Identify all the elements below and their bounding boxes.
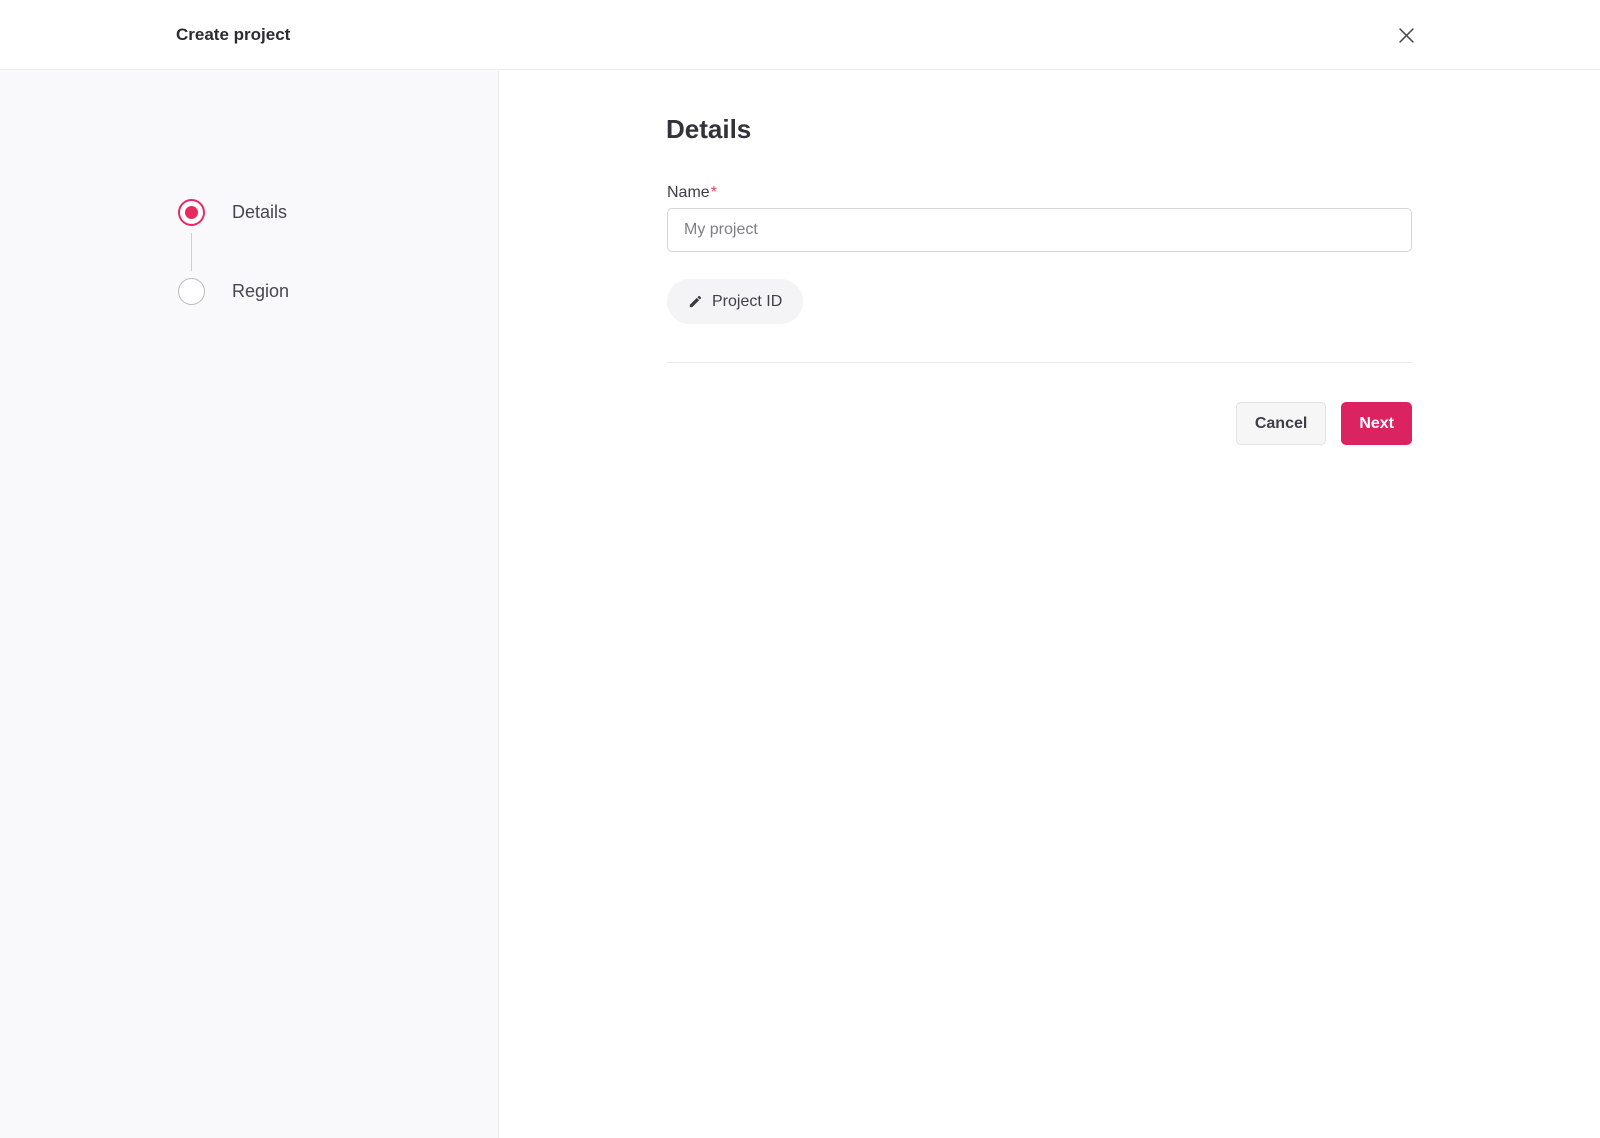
step-label-details: Details (232, 202, 288, 222)
stepper-connector-line (191, 233, 192, 271)
modal-title: Create project (176, 25, 291, 44)
required-marker: * (710, 184, 717, 201)
project-id-button-label: Project ID (712, 292, 783, 310)
next-button[interactable]: Next (1341, 402, 1412, 445)
pencil-icon (688, 294, 703, 309)
stepper-step-region[interactable]: Region (178, 278, 289, 305)
create-project-modal: Create project Details Region Details Na… (0, 0, 1600, 1138)
name-label-text: Name (667, 184, 710, 201)
cancel-button[interactable]: Cancel (1235, 402, 1327, 445)
footer-divider (667, 362, 1412, 363)
project-name-input[interactable] (667, 208, 1412, 252)
footer-actions: Cancel Next (667, 402, 1412, 445)
step-label-region: Region (232, 281, 290, 301)
stepper-sidebar: Details Region (0, 71, 499, 1138)
close-icon (1398, 27, 1414, 43)
modal-header: Create project (0, 0, 1600, 70)
name-label: Name* (667, 184, 717, 202)
stepper-step-details[interactable]: Details (178, 199, 287, 226)
section-heading: Details (666, 114, 752, 144)
project-id-button[interactable]: Project ID (667, 279, 804, 324)
radio-unselected-icon (178, 278, 205, 305)
close-button[interactable] (1392, 21, 1420, 49)
radio-selected-icon (178, 199, 205, 226)
radio-dot (185, 206, 198, 219)
